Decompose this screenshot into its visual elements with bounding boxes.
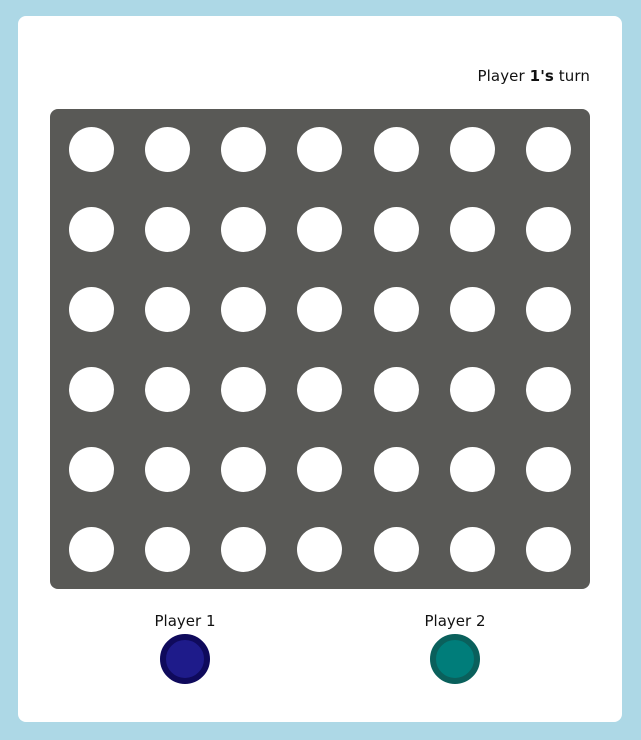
board-slot[interactable] <box>221 286 267 332</box>
game-board <box>50 109 590 589</box>
turn-indicator: Player 1's turn <box>478 67 591 85</box>
board-slot[interactable] <box>526 286 572 332</box>
turn-suffix: turn <box>558 67 590 85</box>
board-slot[interactable] <box>450 446 496 492</box>
board-cell-r3-c1[interactable] <box>53 269 129 349</box>
board-cell-r3-c7[interactable] <box>511 269 587 349</box>
board-cell-r6-c7[interactable] <box>511 509 587 589</box>
board-cell-r1-c6[interactable] <box>434 109 510 189</box>
board-slot[interactable] <box>526 446 572 492</box>
board-cell-r1-c3[interactable] <box>206 109 282 189</box>
board-slot[interactable] <box>450 126 496 172</box>
board-cell-r4-c7[interactable] <box>511 349 587 429</box>
player-2-label: Player 2 <box>424 612 486 630</box>
board-slot[interactable] <box>526 366 572 412</box>
board-cell-r6-c5[interactable] <box>358 509 434 589</box>
board-cell-r2-c6[interactable] <box>434 189 510 269</box>
board-cell-r4-c1[interactable] <box>53 349 129 429</box>
board-cell-r3-c6[interactable] <box>434 269 510 349</box>
board-cell-r1-c2[interactable] <box>129 109 205 189</box>
board-slot[interactable] <box>68 206 114 252</box>
board-slot[interactable] <box>373 206 419 252</box>
board-slot[interactable] <box>144 206 190 252</box>
board-cell-r6-c3[interactable] <box>206 509 282 589</box>
board-slot[interactable] <box>526 126 572 172</box>
board-slot[interactable] <box>526 526 572 572</box>
board-cell-r1-c1[interactable] <box>53 109 129 189</box>
player-1-label: Player 1 <box>154 612 216 630</box>
board-slot[interactable] <box>373 446 419 492</box>
board-slot[interactable] <box>373 366 419 412</box>
board-slot[interactable] <box>297 446 343 492</box>
board-cell-r2-c1[interactable] <box>53 189 129 269</box>
board-slot[interactable] <box>373 286 419 332</box>
turn-player-number: 1's <box>529 67 554 85</box>
player-2-panel: Player 2 <box>395 612 515 684</box>
board-slot[interactable] <box>450 366 496 412</box>
board-cell-r6-c2[interactable] <box>129 509 205 589</box>
board-cell-r2-c5[interactable] <box>358 189 434 269</box>
board-slot[interactable] <box>221 526 267 572</box>
board-cell-r1-c5[interactable] <box>358 109 434 189</box>
board-cell-r3-c4[interactable] <box>282 269 358 349</box>
board-cell-r4-c5[interactable] <box>358 349 434 429</box>
board-cell-r5-c6[interactable] <box>434 429 510 509</box>
board-slot[interactable] <box>297 206 343 252</box>
board-slot[interactable] <box>373 126 419 172</box>
board-slot[interactable] <box>144 446 190 492</box>
board-slot[interactable] <box>68 526 114 572</box>
board-slot[interactable] <box>68 366 114 412</box>
board-slot[interactable] <box>450 526 496 572</box>
board-slot[interactable] <box>526 206 572 252</box>
board-cell-r6-c4[interactable] <box>282 509 358 589</box>
board-cell-r4-c6[interactable] <box>434 349 510 429</box>
board-cell-r3-c2[interactable] <box>129 269 205 349</box>
board-cell-r4-c4[interactable] <box>282 349 358 429</box>
board-cell-r2-c3[interactable] <box>206 189 282 269</box>
board-slot[interactable] <box>450 286 496 332</box>
board-cell-r5-c2[interactable] <box>129 429 205 509</box>
board-cell-r5-c3[interactable] <box>206 429 282 509</box>
board-cell-r1-c4[interactable] <box>282 109 358 189</box>
board-slot[interactable] <box>373 526 419 572</box>
board-slot[interactable] <box>144 526 190 572</box>
board-cell-r5-c4[interactable] <box>282 429 358 509</box>
board-cell-r2-c7[interactable] <box>511 189 587 269</box>
board-slot[interactable] <box>297 286 343 332</box>
board-slot[interactable] <box>144 366 190 412</box>
board-cell-r2-c4[interactable] <box>282 189 358 269</box>
player-1-disc <box>160 634 210 684</box>
board-slot[interactable] <box>297 366 343 412</box>
board-slot[interactable] <box>221 126 267 172</box>
board-cell-r6-c6[interactable] <box>434 509 510 589</box>
board-cell-r3-c3[interactable] <box>206 269 282 349</box>
board-slot[interactable] <box>68 286 114 332</box>
board-slot[interactable] <box>221 206 267 252</box>
board-slot[interactable] <box>144 286 190 332</box>
board-cell-r3-c5[interactable] <box>358 269 434 349</box>
turn-prefix: Player <box>477 67 525 85</box>
player-1-panel: Player 1 <box>125 612 245 684</box>
board-cell-r5-c5[interactable] <box>358 429 434 509</box>
board-slot[interactable] <box>450 206 496 252</box>
board-slot[interactable] <box>221 446 267 492</box>
player-2-disc <box>430 634 480 684</box>
board-cell-r1-c7[interactable] <box>511 109 587 189</box>
board-slot[interactable] <box>297 526 343 572</box>
board-slot[interactable] <box>68 446 114 492</box>
board-cell-r5-c1[interactable] <box>53 429 129 509</box>
board-cell-r5-c7[interactable] <box>511 429 587 509</box>
board-cell-r4-c3[interactable] <box>206 349 282 429</box>
board-slot[interactable] <box>221 366 267 412</box>
board-slot[interactable] <box>68 126 114 172</box>
board-slot[interactable] <box>144 126 190 172</box>
board-cell-r6-c1[interactable] <box>53 509 129 589</box>
board-cell-r4-c2[interactable] <box>129 349 205 429</box>
game-card: Player 1's turn Player 1 Player 2 <box>18 16 622 722</box>
board-slot[interactable] <box>297 126 343 172</box>
board-cell-r2-c2[interactable] <box>129 189 205 269</box>
